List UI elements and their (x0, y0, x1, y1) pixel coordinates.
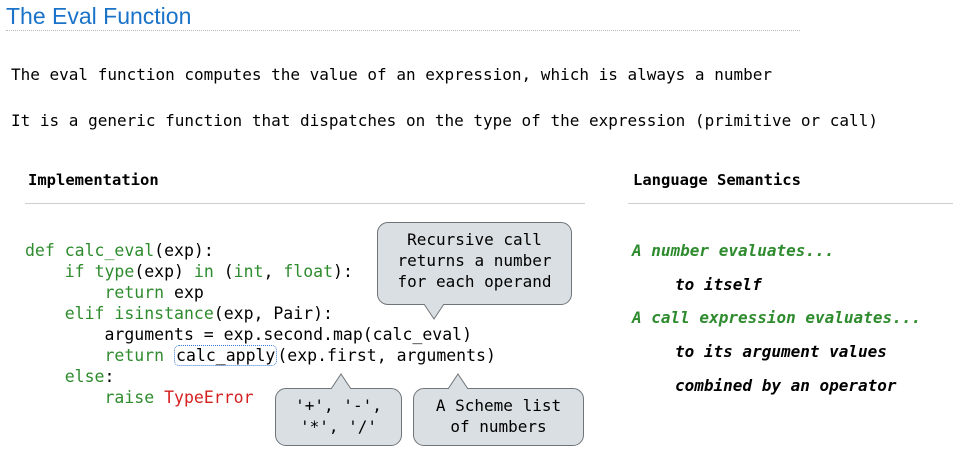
implementation-header: Implementation (28, 171, 159, 189)
semantics-divider (628, 203, 953, 204)
type-error: TypeError (164, 388, 254, 407)
semantics-item-call-expression: A call expression evaluates... (632, 308, 921, 327)
code-line-5: arguments = exp.second.map(calc_eval) (25, 325, 473, 344)
semantics-header: Language Semantics (633, 171, 801, 189)
semantics-item-to-itself: to itself (675, 275, 762, 294)
code-line-6: return calc_apply (exp.first, arguments) (104, 345, 496, 366)
function-name: calc_eval (64, 241, 155, 260)
callout-scheme-list: A Scheme list of numbers (413, 388, 584, 446)
semantics-item-operator: combined by an operator (675, 376, 897, 395)
callout-recursive-pointer (423, 303, 445, 320)
callout-scheme-list-pointer (447, 373, 469, 390)
title-divider (6, 30, 800, 31)
intro-line-1: The eval function computes the value of … (11, 65, 772, 84)
slide-title: The Eval Function (6, 3, 192, 29)
calc-apply-highlight: calc_apply (174, 345, 278, 366)
callout-operators: '+', '-', '*', '/' (275, 388, 402, 446)
callout-operators-pointer (330, 373, 352, 390)
intro-line-2: It is a generic function that dispatches… (11, 111, 878, 130)
callout-recursive-call: Recursive call returns a number for each… (377, 222, 572, 305)
semantics-item-argument-values: to its argument values (675, 342, 887, 361)
implementation-divider (25, 203, 585, 204)
code-line-7: else: (64, 367, 115, 386)
semantics-item-number: A number evaluates... (632, 241, 835, 260)
